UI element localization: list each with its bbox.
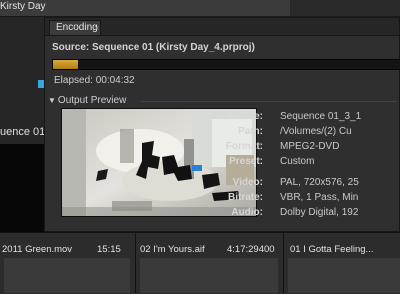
meta-value-video: PAL, 720x576, 25 [280, 177, 359, 188]
progress-bar [52, 59, 400, 70]
clip-thumbnail[interactable] [4, 258, 130, 293]
progress-fill [53, 60, 78, 69]
clip-divider [135, 232, 136, 293]
meta-key-preset: Preset: [229, 156, 263, 167]
meta-value-bitrate: VBR, 1 Pass, Min [280, 192, 359, 203]
clip-duration: 15:15 [97, 244, 121, 255]
meta-key-bitrate: Bitrate: [227, 192, 263, 203]
encoding-panel: Encoding × Source: Sequence 01 (Kirsty D… [44, 17, 400, 232]
clip-duration: 4:17:29400 [227, 244, 275, 255]
meta-key-audio: Audio: [231, 207, 263, 218]
meta-key-file-name: File Name: [212, 111, 263, 122]
meta-value-path: /Volumes/(2) Cu [280, 126, 352, 137]
disclosure-triangle-icon[interactable]: ▼ [48, 96, 56, 105]
meta-key-path: Path: [238, 126, 263, 137]
meta-value-preset: Custom [280, 156, 315, 167]
meta-value-audio: Dolby Digital, 192 [280, 207, 359, 218]
tab-encoding[interactable]: Encoding × [49, 20, 101, 35]
clip-thumbnail[interactable] [140, 258, 278, 293]
meta-value-file-name: Sequence 01_3_1 [280, 111, 362, 122]
meta-key-format: Format: [225, 141, 263, 152]
elapsed-time: Elapsed: 00:04:32 [54, 75, 135, 86]
sequence-label[interactable]: uence 01 [0, 126, 45, 138]
output-preview-label: Output Preview [57, 95, 127, 106]
meta-value-format: MPEG2-DVD [280, 141, 340, 152]
tab-encoding-label: Encoding [56, 22, 98, 33]
program-monitor [0, 144, 44, 232]
source-label: Source: Sequence 01 (Kirsty Day_4.prproj… [52, 42, 255, 53]
clip-thumbnail[interactable] [288, 258, 400, 293]
close-icon[interactable]: × [94, 22, 99, 34]
clip-name[interactable]: 02 I'm Yours.aif [140, 244, 205, 255]
section-divider [141, 101, 397, 102]
panel-tab-bar: Encoding × [45, 18, 399, 36]
clip-name[interactable]: 2011 Green.mov [2, 244, 72, 255]
meta-key-video: Video: [232, 177, 263, 188]
clip-name[interactable]: 01 I Gotta Feeling... [290, 244, 373, 255]
clip-divider [283, 232, 284, 293]
app-title: Kirsty Day [0, 1, 46, 12]
app-title-bar-right [290, 0, 400, 16]
